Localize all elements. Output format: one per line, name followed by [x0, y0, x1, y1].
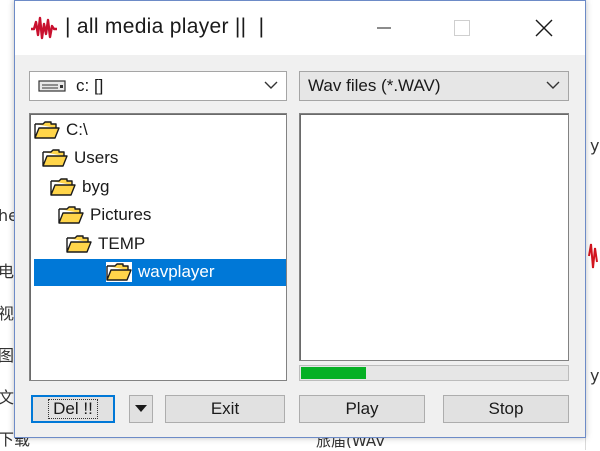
delete-button[interactable]: Del !! — [31, 395, 115, 423]
directory-item[interactable]: C:\ — [34, 116, 88, 143]
file-type-select-value: Wav files (*.WAV) — [308, 76, 441, 95]
minimize-icon — [377, 27, 391, 29]
background-text-fragment: y — [590, 136, 600, 155]
drive-select-value: c: [] — [76, 76, 104, 95]
open-folder-icon — [106, 263, 132, 281]
minimize-button[interactable] — [355, 1, 413, 55]
directory-item-label: Pictures — [90, 205, 152, 224]
open-folder-icon — [42, 149, 68, 167]
play-button[interactable]: Play — [299, 395, 425, 423]
client-area: c: [] Wav files (*.WAV) C:\ Users byg Pictu… — [15, 55, 585, 437]
hard-drive-icon — [38, 80, 66, 92]
open-folder-icon — [66, 234, 92, 253]
drive-select[interactable]: c: [] — [29, 71, 287, 101]
window-title: | all media player || | — [65, 15, 265, 38]
background-text-fragment: 电 — [0, 262, 15, 281]
directory-item[interactable]: byg — [50, 173, 109, 200]
delete-button-label: Del !! — [48, 399, 98, 419]
directory-item[interactable]: Pictures — [58, 202, 151, 229]
directory-item-label: TEMP — [98, 233, 146, 253]
directory-list[interactable]: C:\ Users byg Pictures TEMP wavplayer — [29, 113, 287, 381]
directory-item-label: byg — [82, 176, 110, 196]
directory-item-label: C:\ — [66, 119, 88, 139]
triangle-down-icon — [135, 405, 147, 412]
open-folder-icon — [34, 120, 60, 139]
background-text-fragment: 视 — [0, 304, 15, 323]
background-left-strip — [0, 0, 14, 450]
title-bar[interactable]: | all media player || | — [15, 1, 585, 55]
background-text-fragment: 文 — [0, 388, 15, 407]
waveform-app-icon — [31, 16, 57, 40]
directory-item[interactable]: wavplayer — [34, 258, 286, 286]
directory-item[interactable]: TEMP — [66, 230, 145, 257]
close-icon — [535, 19, 553, 37]
background-text-fragment: y — [590, 366, 600, 385]
directory-item-label: Users — [74, 148, 119, 167]
close-button[interactable] — [515, 1, 573, 55]
exit-button[interactable]: Exit — [165, 395, 285, 423]
background-wave-icon — [588, 243, 598, 269]
open-folder-icon — [50, 177, 76, 196]
background-text-fragment: 图 — [0, 346, 15, 365]
stop-button[interactable]: Stop — [443, 395, 569, 423]
maximize-icon — [454, 20, 470, 36]
maximize-button[interactable] — [433, 1, 491, 55]
directory-item[interactable]: Users — [42, 145, 118, 172]
app-window: | all media player || | c: [] Wav files … — [14, 0, 586, 438]
delete-options-dropdown-button[interactable] — [129, 395, 153, 423]
file-type-select[interactable]: Wav files (*.WAV) — [299, 71, 569, 101]
playback-progress-bar — [299, 365, 569, 381]
open-folder-icon — [58, 206, 84, 224]
chevron-down-icon — [546, 81, 560, 89]
directory-item-label: wavplayer — [138, 262, 215, 281]
chevron-down-icon — [264, 81, 278, 89]
file-list[interactable] — [299, 113, 569, 361]
playback-progress-fill — [301, 367, 366, 379]
